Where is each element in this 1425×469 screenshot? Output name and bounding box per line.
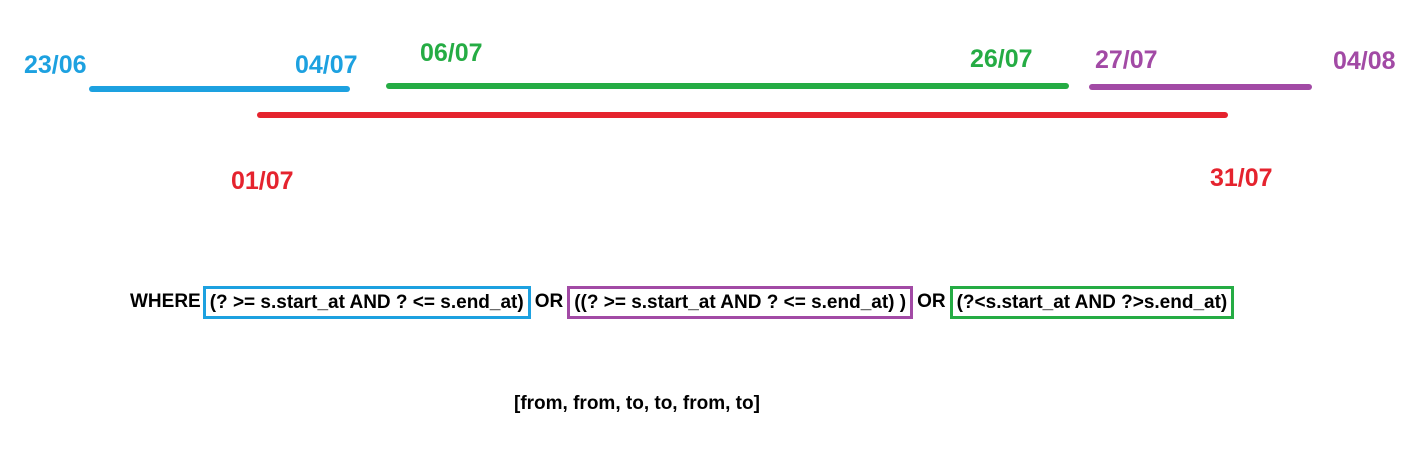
- blue-end-date: 04/07: [295, 51, 358, 79]
- where-keyword: WHERE: [130, 291, 201, 312]
- blue-start-date: 23/06: [24, 51, 87, 79]
- green-clause-box: (?<s.start_at AND ?>s.end_at): [949, 285, 1235, 319]
- purple-clause-box: ((? >= s.start_at AND ? <= s.end_at) ): [567, 285, 914, 319]
- green-range-bar: [386, 83, 1069, 89]
- or-keyword-1: OR: [534, 291, 564, 312]
- or-keyword-2: OR: [917, 291, 946, 312]
- purple-start-date: 27/07: [1095, 46, 1158, 74]
- green-end-date: 26/07: [970, 45, 1033, 73]
- red-range-bar: [257, 112, 1228, 118]
- blue-clause-box: (? >= s.start_at AND ? <= s.end_at): [202, 285, 531, 319]
- purple-end-date: 04/08: [1333, 47, 1396, 75]
- green-start-date: 06/07: [420, 39, 483, 67]
- red-start-date: 01/07: [231, 167, 294, 195]
- blue-range-bar: [89, 86, 350, 92]
- parameter-list: [from, from, to, to, from, to]: [514, 393, 760, 414]
- where-clause: WHERE (? >= s.start_at AND ? <= s.end_at…: [128, 284, 1235, 320]
- purple-range-bar: [1089, 84, 1312, 90]
- red-end-date: 31/07: [1210, 164, 1273, 192]
